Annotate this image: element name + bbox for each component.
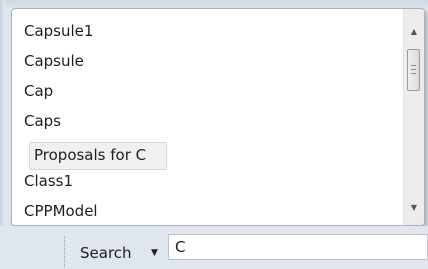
suggestion-item[interactable]: Class1: [20, 168, 77, 194]
autocomplete-popup: Capsule1 Capsule Cap Caps Proposals for …: [11, 8, 425, 226]
vertical-scrollbar[interactable]: ▲ ▼: [403, 9, 424, 225]
background-edge: [0, 0, 5, 226]
arrow-down-icon[interactable]: ▼: [404, 199, 424, 217]
suggestion-item[interactable]: Cap: [20, 78, 57, 104]
suggestion-list: Capsule1 Capsule Cap Caps Proposals for …: [12, 11, 404, 225]
arrow-up-icon[interactable]: ▲: [404, 23, 424, 41]
suggestion-item[interactable]: CPPModel: [20, 198, 102, 224]
caret-down-icon[interactable]: ▼: [151, 248, 158, 258]
background-strip: [0, 0, 428, 8]
toolbar-separator: [64, 236, 66, 267]
grip-line: [411, 65, 416, 66]
suggestion-item[interactable]: Caps: [20, 108, 65, 134]
search-input[interactable]: [168, 234, 428, 260]
search-scope-label[interactable]: Search: [80, 244, 132, 262]
scrollbar-thumb[interactable]: [407, 49, 420, 91]
grip-line: [411, 73, 416, 74]
suggestion-item[interactable]: Capsule1: [20, 18, 97, 44]
suggestion-item[interactable]: Capsule: [20, 48, 88, 74]
grip-line: [411, 69, 416, 70]
suggestion-item-proposals[interactable]: Proposals for C: [29, 142, 167, 170]
